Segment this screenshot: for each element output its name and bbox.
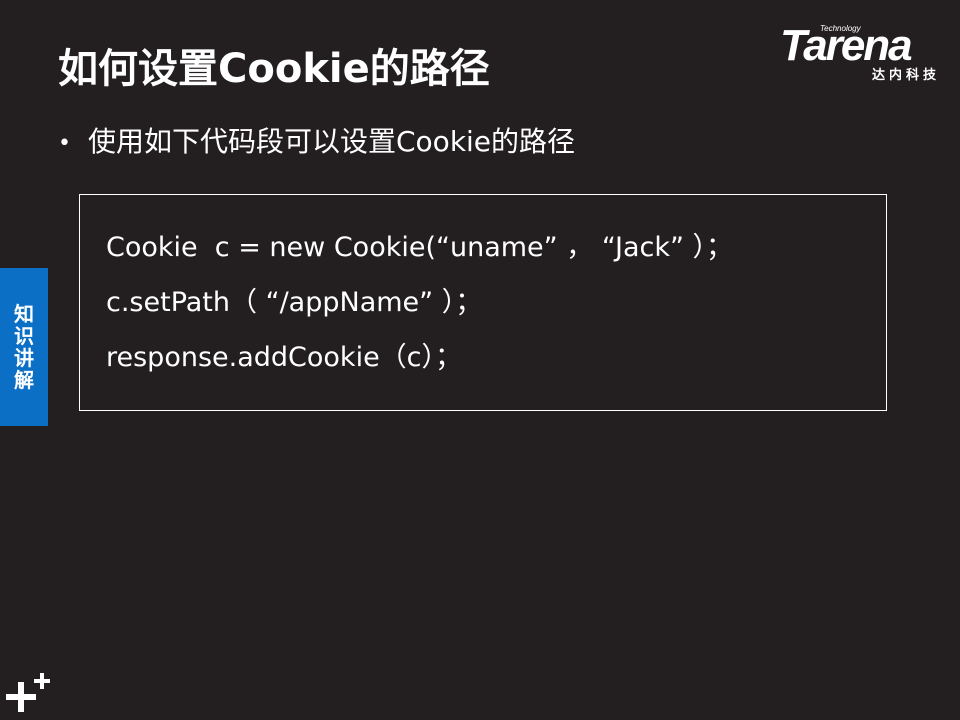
- side-tab-char: 识: [14, 324, 34, 348]
- code-box: Cookie c = new Cookie(“uname” ， “Jack” ）…: [79, 194, 887, 411]
- code-line: Cookie c = new Cookie(“uname” ， “Jack” ）…: [106, 232, 734, 263]
- plus-icon: [6, 673, 50, 712]
- tarena-logo: Tarena Technology 达内科技: [780, 22, 948, 84]
- slide: 如何设置Cookie的路径 Tarena Technology 达内科技 • 使用…: [0, 0, 960, 720]
- code-line: response.addCookie（c）；: [106, 342, 463, 373]
- code-line: c.setPath（ “/appName” ）；: [106, 287, 483, 318]
- side-tab-char: 知: [14, 302, 34, 326]
- side-tab-char: 解: [14, 368, 34, 392]
- logo-tagline: Technology: [820, 24, 861, 33]
- side-tab-knowledge: 知 识 讲 解: [0, 268, 48, 426]
- bullet-text: 使用如下代码段可以设置Cookie的路径: [88, 125, 576, 158]
- side-tab-char: 讲: [14, 346, 34, 370]
- bullet-item: • 使用如下代码段可以设置Cookie的路径: [58, 120, 575, 160]
- bullet-dot-icon: •: [58, 130, 71, 156]
- logo-subtitle: 达内科技: [871, 68, 940, 83]
- slide-title: 如何设置Cookie的路径: [58, 46, 490, 92]
